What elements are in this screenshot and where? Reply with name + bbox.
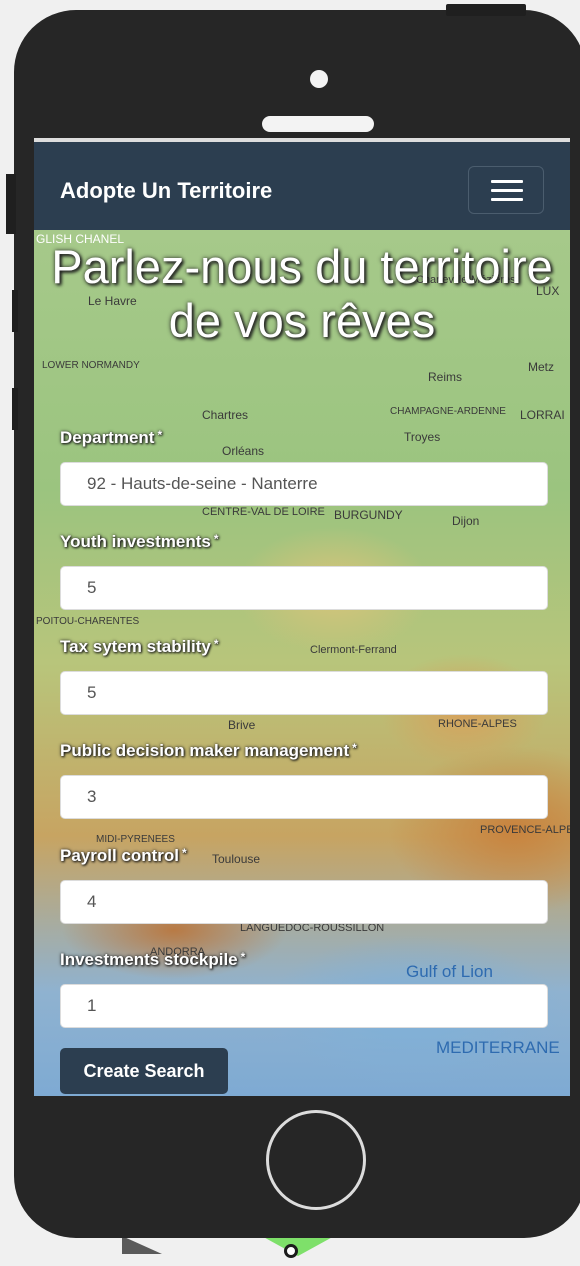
phone-screen: Adopte Un Territoire GLISH CHANEL Le Hav… xyxy=(34,138,570,1096)
phone-camera xyxy=(310,70,328,88)
map-label: Troyes xyxy=(404,430,441,444)
hamburger-menu-icon[interactable] xyxy=(468,166,544,214)
map-label: Brive xyxy=(228,718,256,732)
phone-mute-switch xyxy=(6,174,16,234)
tax-system-stability-input[interactable]: 5 xyxy=(60,671,548,715)
map-label: Dijon xyxy=(452,514,480,528)
decorative-triangle xyxy=(122,1236,162,1254)
hero-title: Parlez-nous du territoire de vos rêves xyxy=(51,240,553,347)
map-label: CENTRE-VAL DE LOIRE xyxy=(202,506,325,518)
map-label: Clermont-Ferrand xyxy=(310,644,397,656)
map-label: POITOU-CHARENTES xyxy=(36,616,140,627)
map-label: RHONE-ALPES xyxy=(438,718,517,730)
phone-power-button xyxy=(446,4,526,16)
youth-investments-input[interactable]: 5 xyxy=(60,566,548,610)
phone-speaker xyxy=(262,116,374,132)
map-label: Orléans xyxy=(222,444,265,458)
map-sea-label: Gulf of Lion xyxy=(406,962,493,981)
youth-investments-label: Youth investments * xyxy=(60,532,219,551)
public-decision-maker-input[interactable]: 3 xyxy=(60,775,548,819)
phone-volume-up xyxy=(12,290,18,332)
payroll-control-input[interactable]: 4 xyxy=(60,880,548,924)
investments-stockpile-label: Investments stockpile * xyxy=(60,950,246,969)
map-label: Chartres xyxy=(202,408,249,422)
decorative-ring xyxy=(284,1244,298,1258)
navbar: Adopte Un Territoire xyxy=(34,138,570,230)
public-decision-maker-label: Public decision maker management * xyxy=(60,741,357,760)
map-label: Toulouse xyxy=(212,852,261,866)
department-select[interactable]: 92 - Hauts-de-seine - Nanterre xyxy=(60,462,548,506)
tax-system-stability-label: Tax sytem stability * xyxy=(60,637,219,656)
map-label: MIDI-PYRENEES xyxy=(96,834,175,845)
map-label: CHAMPAGNE-ARDENNE xyxy=(390,406,506,417)
investments-stockpile-input[interactable]: 1 xyxy=(60,984,548,1028)
map-label: Metz xyxy=(528,360,555,374)
phone-volume-down xyxy=(12,388,18,430)
map-label: PROVENCE-ALPE xyxy=(480,824,570,836)
map-label: LOWER NORMANDY xyxy=(42,360,140,371)
map-label: LORRAI xyxy=(520,408,565,422)
department-label: Department * xyxy=(60,428,163,447)
phone-home-button[interactable] xyxy=(266,1110,366,1210)
create-search-button[interactable]: Create Search xyxy=(60,1048,228,1094)
brand-link[interactable]: Adopte Un Territoire xyxy=(60,178,272,204)
map-label: BURGUNDY xyxy=(334,508,403,522)
payroll-control-label: Payroll control * xyxy=(60,846,187,865)
map-label: Reims xyxy=(428,370,463,384)
map-sea-label: MEDITERRANE xyxy=(436,1038,560,1057)
